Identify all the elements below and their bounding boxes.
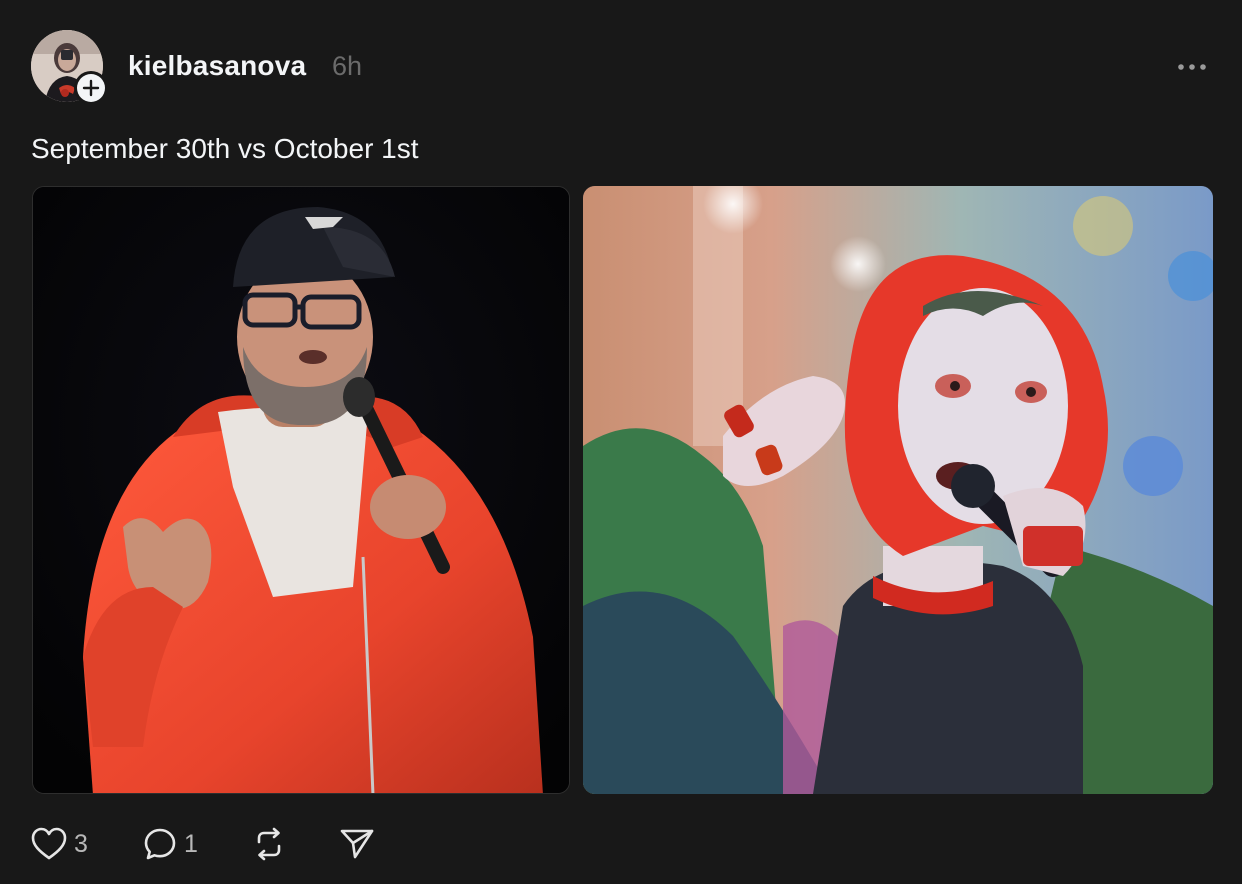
heart-icon — [31, 827, 67, 860]
author-username[interactable]: kielbasanova — [128, 50, 306, 82]
like-count: 3 — [74, 829, 88, 858]
photo-red-hair-singer — [583, 186, 1213, 794]
post-image-1[interactable] — [32, 186, 570, 794]
repost-button[interactable] — [251, 824, 287, 864]
post-card: kielbasanova 6h September 30th vs Octobe… — [0, 0, 1242, 884]
photo-comedian-orange-hoodie — [33, 187, 569, 793]
post-timestamp: 6h — [332, 51, 363, 81]
reply-button[interactable]: 1 — [143, 824, 198, 864]
plus-icon — [82, 79, 100, 97]
like-button[interactable]: 3 — [31, 824, 88, 864]
post-image-2[interactable] — [583, 186, 1213, 794]
repost-icon — [257, 827, 281, 861]
follow-button[interactable] — [74, 71, 108, 105]
share-button[interactable] — [339, 824, 375, 864]
more-options-button[interactable] — [1172, 52, 1212, 82]
send-icon — [340, 829, 374, 859]
post-caption: September 30th vs October 1st — [31, 133, 419, 164]
reply-count: 1 — [184, 829, 198, 858]
comment-icon — [144, 828, 176, 860]
author-avatar[interactable] — [31, 30, 108, 105]
ellipsis-icon — [1178, 64, 1206, 70]
post-header: kielbasanova 6h — [31, 30, 1212, 105]
